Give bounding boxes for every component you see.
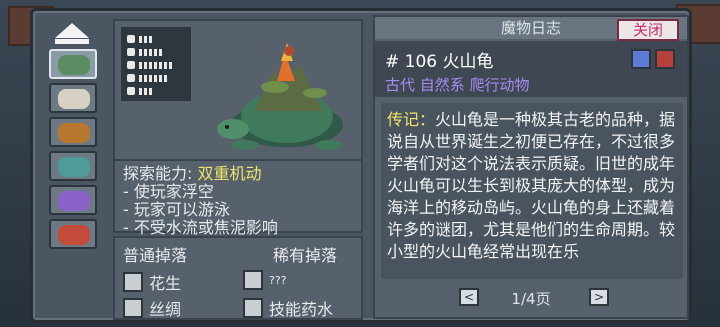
- bestiary-panel: 探索能力: 双重机动 - 使玩家浮空 - 玩家可以游泳 - 不受水流或焦泥影响 …: [30, 8, 692, 323]
- lore-text-box: 传记：火山龟是一种极其古老的品种，据说自从世界诞生之初便已存在，不过很多学者们对…: [381, 103, 683, 279]
- monster-tab-list: [49, 49, 101, 253]
- drop-item[interactable]: 花生: [123, 270, 181, 294]
- page-indicator: 1/4页: [511, 290, 551, 308]
- scroll-up-icon[interactable]: [55, 23, 89, 38]
- drop-headers: 普通掉落 稀有掉落: [123, 242, 353, 266]
- monster-tab-dragon[interactable]: [49, 185, 97, 215]
- drop-item[interactable]: 技能药水: [243, 296, 333, 320]
- ability-label: 探索能力:: [123, 164, 193, 183]
- ability-line: - 玩家可以游泳: [123, 200, 230, 219]
- monster-tab-serpent[interactable]: [49, 151, 97, 181]
- drop-table: 普通掉落 稀有掉落 花生 丝绸 ??? 技能药水: [113, 236, 363, 320]
- shield-icon: [127, 61, 135, 69]
- sword-icon: [127, 35, 135, 43]
- drop-item-label: 花生: [149, 274, 182, 293]
- silk-icon: [123, 298, 143, 318]
- earth-element-icon: [655, 49, 675, 69]
- stat-defense: [127, 59, 185, 71]
- monster-tab-volcano-turtle[interactable]: [49, 49, 97, 79]
- stat-magic: [127, 46, 185, 58]
- fire-element-icon: [631, 49, 651, 69]
- ability-line: - 使玩家浮空: [123, 182, 214, 201]
- peanut-icon: [123, 272, 143, 292]
- bestiary-book: 魔物日志 关闭 # 106 火山龟 古代 自然系 爬行动物 传记：火山龟是一种极…: [373, 15, 689, 319]
- exploration-ability-box: 探索能力: 双重机动 - 使玩家浮空 - 玩家可以游泳 - 不受水流或焦泥影响: [113, 159, 363, 237]
- monster-stats: [121, 27, 191, 101]
- ability-title: 探索能力: 双重机动: [123, 165, 353, 183]
- element-icons: [631, 49, 675, 69]
- drop-item-label: ???: [269, 273, 287, 287]
- monster-portrait: [113, 19, 363, 161]
- rare-drop-label: 稀有掉落: [272, 246, 337, 265]
- ability-line: - 不受水流或焦泥影响: [123, 218, 278, 237]
- entry-header: # 106 火山龟 古代 自然系 爬行动物: [375, 41, 687, 97]
- stat-health: [127, 72, 185, 84]
- entry-tags: 古代 自然系 爬行动物: [385, 76, 530, 94]
- potion-icon: [243, 298, 263, 318]
- ability-name: 双重机动: [197, 164, 262, 183]
- lore-text: 火山龟是一种极其古老的品种，据说自从世界诞生之初便已存在，不过很多学者们对这个说…: [387, 110, 676, 261]
- drop-item[interactable]: ???: [243, 270, 287, 290]
- monster-tab-bird[interactable]: [49, 219, 97, 249]
- lore-label: 传记：: [387, 110, 436, 129]
- monster-tab-skeleton[interactable]: [49, 83, 97, 113]
- boot-icon: [127, 87, 135, 95]
- volcano-turtle-sprite: [217, 43, 343, 150]
- staff-icon: [127, 48, 135, 56]
- monster-tab-hive[interactable]: [49, 117, 97, 147]
- next-page-button[interactable]: >: [589, 288, 609, 306]
- drop-item-label: 丝绸: [149, 300, 182, 319]
- scroll-up-bar-icon[interactable]: [55, 39, 89, 44]
- drop-item[interactable]: 丝绸: [123, 296, 181, 320]
- drop-item-label: 技能药水: [269, 300, 334, 319]
- unknown-item-icon: [243, 270, 263, 290]
- page-navigation: < 1/4页 >: [375, 285, 687, 309]
- common-drop-label: 普通掉落: [123, 246, 188, 265]
- stat-speed: [127, 85, 185, 97]
- close-button[interactable]: 关闭: [617, 19, 679, 41]
- heart-icon: [127, 74, 135, 82]
- stat-attack: [127, 33, 185, 45]
